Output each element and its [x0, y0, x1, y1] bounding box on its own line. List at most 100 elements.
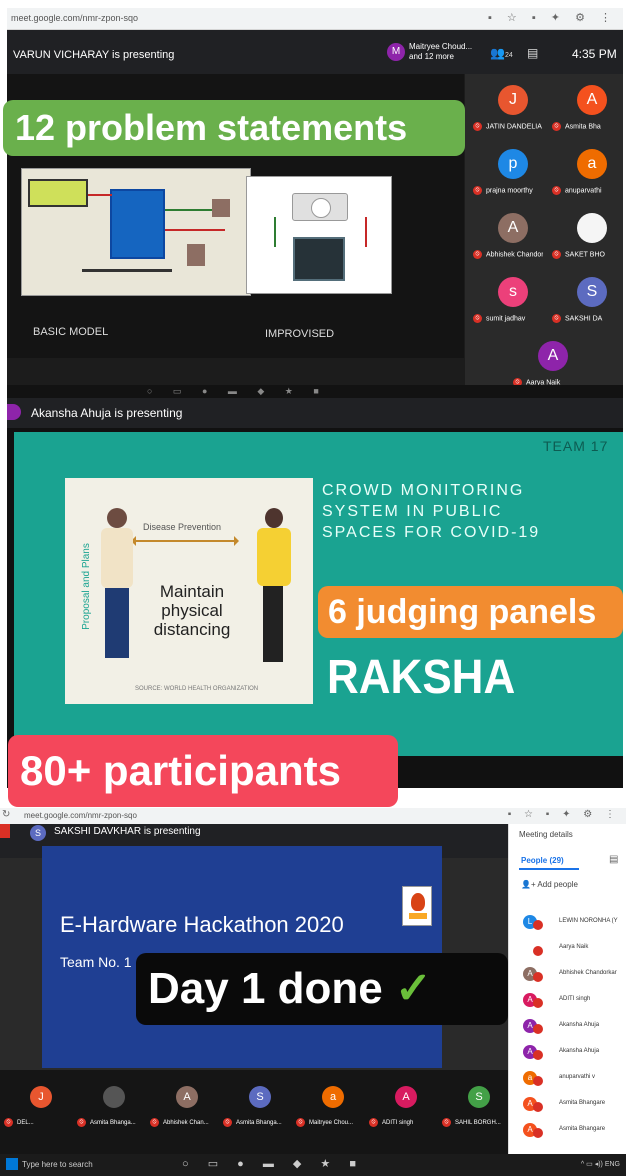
windows-start-icon[interactable]	[6, 1158, 18, 1170]
mic-muted-icon: ⦸	[473, 314, 482, 323]
chat-icon[interactable]: ▤	[527, 46, 538, 60]
people-list-item[interactable]: A Asmita Bhangare	[521, 1096, 626, 1118]
participant-name: Abhishek Chandorkar	[559, 970, 617, 976]
avatar: A	[498, 213, 528, 243]
participant-tile[interactable]: A ⦸ ADITI singh	[365, 1070, 441, 1150]
improvised-caption: IMPROVISED	[265, 328, 335, 340]
woman-illustration	[253, 508, 293, 678]
people-list-item[interactable]: A Abhishek Chandorkar	[521, 966, 626, 988]
participant-tiles: J ⦸ JATIN DANDELIA A ⦸ Asmita Bha p ⦸ prajna moo…	[465, 74, 623, 398]
participant-tile[interactable]: a ⦸ anuparvathi	[544, 144, 623, 204]
mic-muted-icon	[533, 946, 543, 956]
taskbar-icons[interactable]: ○ ▭ ● ▬ ◆ ★ ■	[182, 1157, 364, 1170]
participant-name-text: Abhishek Chandorkar	[486, 251, 543, 259]
participant-tile[interactable]: S ⦸ Asmita Bhanga...	[219, 1070, 295, 1150]
collage: meet.google.com/nmr-zpon-sqo ▪ ☆ ▪ ✦ ⚙ ⋮…	[0, 0, 626, 1176]
people-icon[interactable]: 👥24	[490, 46, 513, 60]
participant-tile[interactable]: S ⦸ SAKSHI DA	[544, 272, 623, 332]
team-label: TEAM 17	[543, 438, 609, 454]
people-list-item[interactable]: A Akansha Ahuja	[521, 1018, 626, 1040]
avatar: a	[322, 1086, 344, 1108]
component	[212, 199, 230, 217]
battery-pack	[293, 237, 345, 281]
participant-tile[interactable]: p ⦸ prajna moorthy	[465, 144, 544, 204]
avatar: M	[387, 43, 405, 61]
people-list-item[interactable]: L LEWIN NORONHA (Y	[521, 914, 626, 936]
basic-model-caption: BASIC MODEL	[33, 326, 109, 338]
jacket	[257, 528, 291, 586]
people-count: 24	[504, 52, 513, 59]
mic-muted-icon: ⦸	[4, 1118, 13, 1127]
participant-tile[interactable]: A ⦸ Abhishek Chandorkar	[465, 208, 544, 268]
browser-extension-icons[interactable]: ▪ ☆ ▪ ✦ ⚙ ⋮	[488, 11, 617, 24]
participant-name: ⦸ Asmita Bhanga...	[77, 1118, 136, 1127]
mic-muted-icon	[533, 972, 543, 982]
taskbar-icons[interactable]: ○ ▭ ● ▬ ◆ ★ ■	[147, 386, 328, 397]
people-list-item[interactable]: A Asmita Bhangare	[521, 1122, 626, 1144]
participant-name: Asmita Bhangare	[559, 1126, 606, 1132]
participant-name-text: Asmita Bhanga...	[90, 1120, 136, 1127]
windows-taskbar: Type here to search ○ ▭ ● ▬ ◆ ★ ■ ^ ▭ ◂)…	[0, 1154, 626, 1176]
participant-name-text: JATIN DANDELIA	[486, 123, 542, 131]
participant-name: ⦸ ADITI singh	[369, 1118, 413, 1127]
people-panel: Meeting details People (29) ▤ 👤+ Add peo…	[508, 824, 626, 1154]
participant-tile[interactable]: a ⦸ Maitryee Chou...	[292, 1070, 368, 1150]
participant-name-text: Maitryee Chou...	[309, 1120, 354, 1127]
people-list-item[interactable]: a anuparvathi v	[521, 1070, 626, 1092]
title-line: CROWD MONITORING	[322, 482, 525, 499]
legs	[105, 588, 129, 658]
people-list-item[interactable]: A Akansha Ahuja	[521, 1044, 626, 1066]
participant-name-text: SAKSHI DA	[565, 315, 603, 323]
meeting-details-title: Meeting details	[519, 830, 573, 839]
mic-muted-icon: ⦸	[552, 186, 561, 195]
reload-icon[interactable]: ↻	[2, 809, 10, 820]
mic-muted-icon: ⦸	[77, 1118, 86, 1127]
participant-tile[interactable]: A ⦸ Abhishek Chan...	[146, 1070, 222, 1150]
mic-muted-icon: ⦸	[552, 314, 561, 323]
system-tray[interactable]: ^ ▭ ◂)) ENG	[581, 1160, 620, 1168]
browser-extension-icons[interactable]: ▪ ☆ ▪ ✦ ⚙ ⋮	[508, 809, 620, 820]
participant-name-text: Asmita Bhanga...	[236, 1120, 282, 1127]
avatar: J	[498, 85, 528, 115]
mic-muted-icon	[533, 1024, 543, 1034]
participant-name: ⦸ SAHIL BORGH...	[442, 1118, 501, 1127]
head	[265, 508, 283, 528]
participant-tile[interactable]: J ⦸ JATIN DANDELIA	[465, 80, 544, 140]
participant-name: ⦸ Asmita Bhanga...	[223, 1118, 282, 1127]
avatar: A	[395, 1086, 417, 1108]
taskbar-search[interactable]: Type here to search	[22, 1160, 93, 1169]
address-bar[interactable]: meet.google.com/nmr-zpon-sqo	[11, 13, 138, 23]
participant-tile[interactable]: ⦸ Asmita Bhanga...	[73, 1070, 149, 1150]
avatar	[577, 213, 607, 243]
wire	[365, 217, 367, 247]
mic-muted-icon: ⦸	[442, 1118, 451, 1127]
participant-name: ⦸ SAKSHI DA	[552, 314, 622, 323]
mic-muted-icon: ⦸	[223, 1118, 232, 1127]
mic-muted-icon: ⦸	[473, 122, 482, 131]
participant-name: ⦸ anuparvathi	[552, 186, 622, 195]
mic-muted-icon	[533, 1050, 543, 1060]
lcd-display	[28, 179, 88, 207]
chat-icon[interactable]: ▤	[609, 854, 618, 865]
participant-tile[interactable]: A ⦸ Asmita Bha	[544, 80, 623, 140]
avatar: A	[577, 85, 607, 115]
people-list-item[interactable]: A ADITI singh	[521, 992, 626, 1014]
participant-name: Akansha Ahuja	[559, 1048, 600, 1054]
participant-name-text: SAHIL BORGH...	[455, 1120, 501, 1127]
judging-panels-banner: 6 judging panels	[318, 586, 623, 638]
people-list-item[interactable]: Aarya Naik	[521, 940, 626, 962]
participant-tile[interactable]: S ⦸ SAHIL BORGH...	[438, 1070, 514, 1150]
participant-tile[interactable]: s ⦸ sumit jadhav	[465, 272, 544, 332]
participant-tile[interactable]: ⦸ SAKET BHO	[544, 208, 623, 268]
participant-name: ⦸ sumit jadhav	[473, 314, 543, 323]
avatar: p	[498, 149, 528, 179]
legs	[263, 586, 283, 662]
avatar: S	[30, 825, 46, 841]
add-people-button[interactable]: 👤+ Add people	[521, 880, 578, 889]
tab-people[interactable]: People (29)	[521, 856, 564, 865]
address-bar[interactable]: meet.google.com/nmr-zpon-sqo	[24, 811, 137, 820]
participant-name-text: prajna moorthy	[486, 187, 533, 195]
record-indicator	[0, 824, 10, 838]
mic-muted-icon	[533, 998, 543, 1008]
participant-tile[interactable]: J ⦸ DEL...	[0, 1070, 76, 1150]
